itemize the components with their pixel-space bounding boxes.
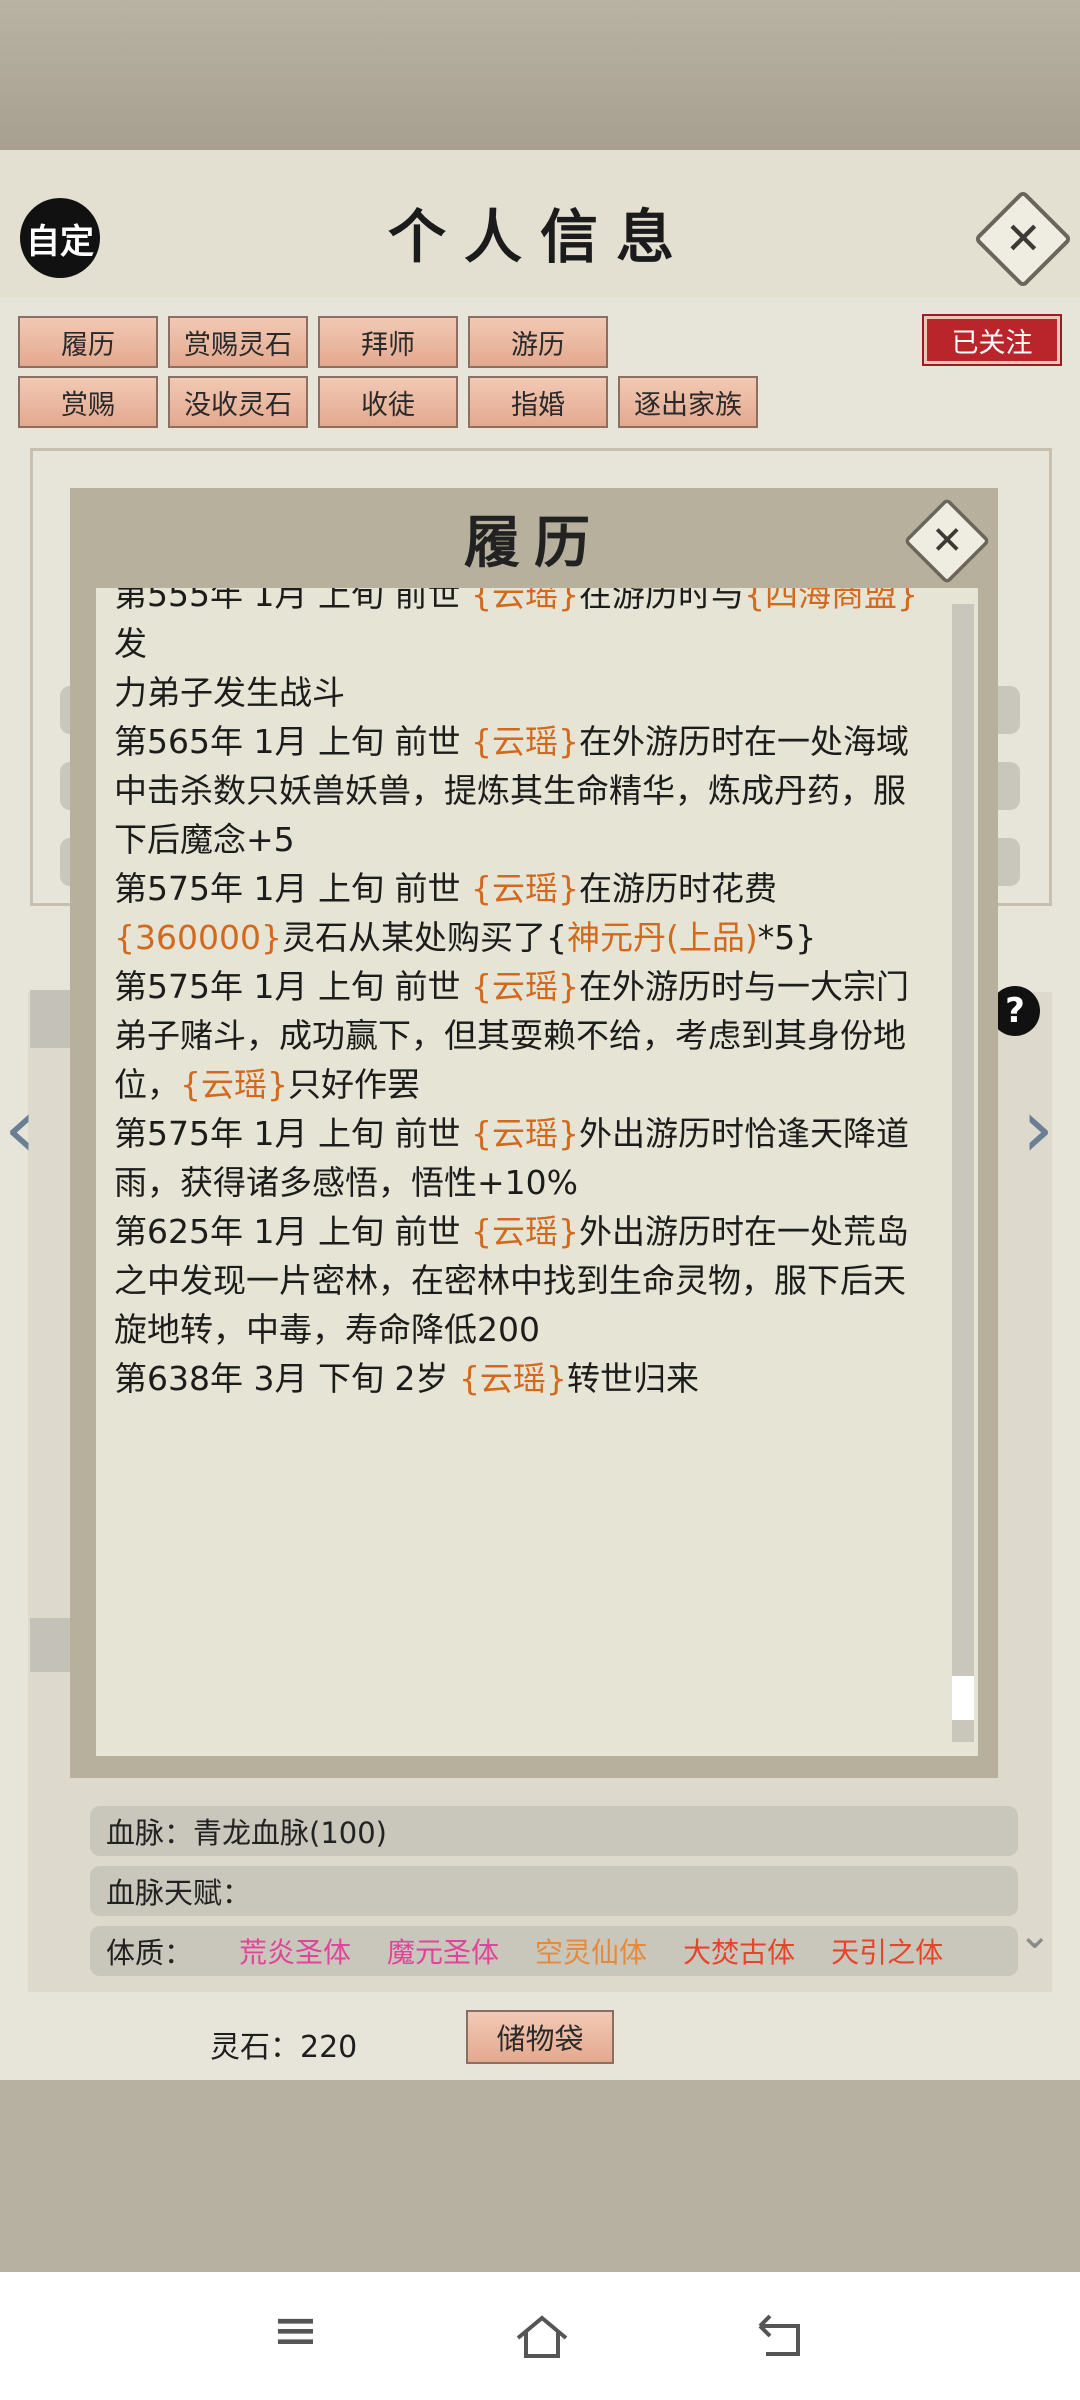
log-entry: 第575年 1月 上旬 前世 {云瑶}在外游历时与一大宗门弟子赌斗，成功赢下，但… bbox=[114, 962, 938, 1109]
scrollbar-track[interactable] bbox=[952, 604, 974, 1742]
log-text: 在游历时与 bbox=[578, 588, 744, 614]
log-text: 第638年 3月 下旬 2岁 bbox=[114, 1359, 459, 1398]
highlight-name: {四海商盟} bbox=[743, 588, 918, 614]
bloodline-row: 血脉：青龙血脉(100) bbox=[90, 1806, 1018, 1856]
log-text: 在游历时花费 bbox=[578, 869, 777, 908]
close-button[interactable]: ✕ bbox=[973, 189, 1073, 289]
log-text: 发 bbox=[114, 624, 147, 663]
highlight-name: {云瑶} bbox=[470, 1212, 579, 1251]
top-background bbox=[0, 0, 1080, 150]
tab-reward[interactable]: 赏赐 bbox=[18, 376, 158, 428]
tab-take-disciple[interactable]: 收徒 bbox=[318, 376, 458, 428]
highlight-name: {云瑶} bbox=[180, 1065, 288, 1104]
highlight-name: {360000} bbox=[114, 918, 282, 957]
log-text: 第565年 1月 上旬 前世 bbox=[114, 722, 471, 761]
log-text: 第575年 1月 上旬 前世 bbox=[114, 1114, 471, 1153]
bottom-background bbox=[0, 2080, 1080, 2272]
physique-item[interactable]: 荒炎圣体 bbox=[239, 1931, 351, 1971]
spirit-stones-count: 灵石：220 bbox=[210, 2030, 358, 2065]
log-entry: 第575年 1月 上旬 前世 {云瑶}外出游历时恰逢天降道雨，获得诸多感悟，悟性… bbox=[114, 1109, 938, 1207]
tab-resume[interactable]: 履历 bbox=[18, 316, 158, 368]
next-arrow-icon[interactable]: › bbox=[1022, 1082, 1054, 1175]
home-icon[interactable] bbox=[512, 2312, 572, 2366]
menu-icon[interactable]: ≡ bbox=[272, 2298, 319, 2363]
highlight-name: {云瑶} bbox=[470, 869, 579, 908]
log-text: 只好作罢 bbox=[288, 1065, 420, 1104]
bloodline-talent-label: 血脉天赋： bbox=[106, 1876, 252, 1910]
close-icon: ✕ bbox=[1004, 213, 1042, 264]
log-text: *5} bbox=[757, 918, 817, 957]
tab-confiscate-stones[interactable]: 没收灵石 bbox=[168, 376, 308, 428]
log-text: 灵石从某处购买了{ bbox=[281, 918, 567, 957]
back-icon[interactable] bbox=[752, 2312, 808, 2366]
highlight-name: {云瑶} bbox=[470, 588, 579, 614]
physique-label: 体质： bbox=[106, 1936, 194, 1970]
tab-arrange-marriage[interactable]: 指婚 bbox=[468, 376, 608, 428]
storage-bag-button[interactable]: 储物袋 bbox=[466, 2010, 614, 2064]
log-text: 第555年 1月 上旬 前世 bbox=[114, 588, 471, 614]
highlight-name: {云瑶} bbox=[470, 722, 579, 761]
physique-item[interactable]: 大焚古体 bbox=[683, 1931, 795, 1971]
resume-entries: 第555年 1月 上旬 前世 {云瑶}在游历时与{四海商盟}发 力弟子发生战斗 第5… bbox=[114, 588, 938, 1403]
log-text: 第575年 1月 上旬 前世 bbox=[114, 869, 471, 908]
highlight-name: 神元丹(上品) bbox=[566, 918, 758, 957]
highlight-name: {云瑶} bbox=[470, 967, 579, 1006]
physique-item[interactable]: 空灵仙体 bbox=[535, 1931, 647, 1971]
scrollbar-thumb[interactable] bbox=[952, 1676, 974, 1720]
log-text: 转世归来 bbox=[566, 1359, 699, 1398]
followed-button[interactable]: 已关注 bbox=[922, 314, 1062, 366]
tab-expel-family[interactable]: 逐出家族 bbox=[618, 376, 758, 428]
physique-row: 体质： 荒炎圣体 魔元圣体 空灵仙体 大焚古体 天引之体 bbox=[90, 1926, 1018, 1976]
close-icon: ✕ bbox=[930, 518, 964, 563]
log-text: 第575年 1月 上旬 前世 bbox=[114, 967, 471, 1006]
page-title: 个人信息 bbox=[387, 203, 692, 271]
log-entry: 第625年 1月 上旬 前世 {云瑶}外出游历时在一处荒岛之中发现一片密林，在密… bbox=[114, 1207, 938, 1354]
physique-item[interactable]: 天引之体 bbox=[831, 1931, 943, 1971]
resume-log[interactable]: 第555年 1月 上旬 前世 {云瑶}在游历时与{四海商盟}发 力弟子发生战斗 第5… bbox=[96, 588, 978, 1756]
section-tab bbox=[30, 1618, 72, 1672]
tab-reward-stones[interactable]: 赏赐灵石 bbox=[168, 316, 308, 368]
physique-item[interactable]: 魔元圣体 bbox=[387, 1931, 499, 1971]
log-text: 力弟子发生战斗 bbox=[114, 673, 345, 712]
tab-travel[interactable]: 游历 bbox=[468, 316, 608, 368]
bloodline-talent-row: 血脉天赋： bbox=[90, 1866, 1018, 1916]
log-entry: 第555年 1月 上旬 前世 {云瑶}在游历时与{四海商盟} 发 bbox=[114, 588, 938, 668]
chevron-down-icon[interactable]: ⌄ bbox=[1018, 1912, 1052, 1958]
highlight-name: {云瑶} bbox=[458, 1359, 567, 1398]
log-entry: 第565年 1月 上旬 前世 {云瑶}在外游历时在一处海域中击杀数只妖兽妖兽，提… bbox=[114, 717, 938, 864]
modal-title: 履历 bbox=[464, 510, 604, 576]
log-entry: 力弟子发生战斗 bbox=[114, 668, 938, 717]
prev-arrow-icon[interactable]: ‹ bbox=[4, 1082, 36, 1175]
log-text: 第625年 1月 上旬 前世 bbox=[114, 1212, 471, 1251]
tab-apprentice[interactable]: 拜师 bbox=[318, 316, 458, 368]
bloodline-label: 血脉：青龙血脉(100) bbox=[106, 1816, 387, 1850]
log-entry: 第575年 1月 上旬 前世 {云瑶}在游历时花费 {360000}灵石从某处购买… bbox=[114, 864, 938, 962]
section-tab bbox=[30, 990, 72, 1048]
highlight-name: {云瑶} bbox=[470, 1114, 579, 1153]
log-entry: 第638年 3月 下旬 2岁 {云瑶}转世归来 bbox=[114, 1354, 938, 1403]
modal-close-button[interactable]: ✕ bbox=[903, 497, 991, 585]
